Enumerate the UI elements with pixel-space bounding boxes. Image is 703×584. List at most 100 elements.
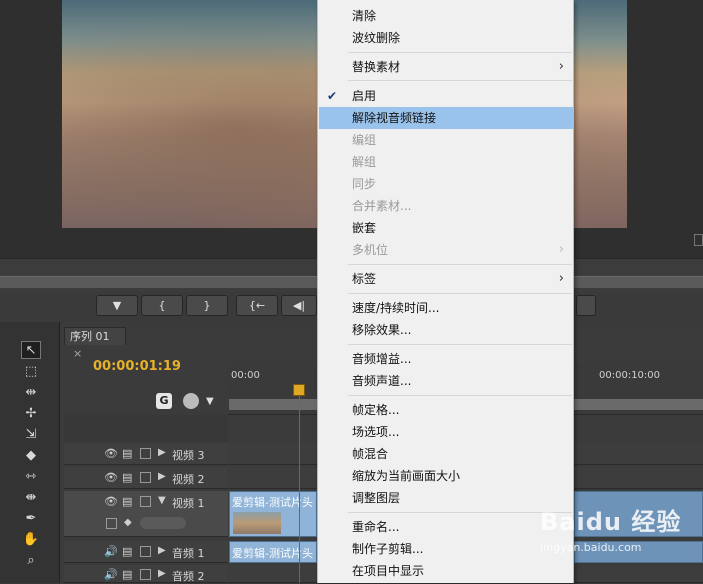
clip-label: 爱剪辑-测试片头	[232, 547, 313, 560]
display-style-icon[interactable]	[106, 518, 117, 529]
ripple-edit-tool-icon[interactable]: ⇹	[21, 383, 41, 401]
menu-item-speed-duration[interactable]: 速度/持续时间...	[319, 297, 574, 319]
audio-clip[interactable]: 爱剪辑-测试片头	[229, 541, 317, 563]
zoom-tool-icon[interactable]: ⌕	[21, 551, 41, 569]
track-header-video3[interactable]: 👁 ▤ ▶ 视频 3	[64, 443, 228, 465]
menu-item-make-subclip[interactable]: 制作子剪辑...	[319, 538, 574, 560]
menu-item-nest[interactable]: 嵌套	[319, 217, 574, 239]
close-icon[interactable]: ×	[73, 347, 82, 360]
menu-item-label: 场选项...	[352, 425, 400, 439]
razor-tool-icon[interactable]: ◆	[21, 446, 41, 464]
eye-icon[interactable]: 👁	[104, 447, 118, 460]
sync-lock-icon[interactable]	[140, 569, 151, 580]
mark-out-button[interactable]: }	[186, 295, 228, 316]
tab-sequence[interactable]: 序列 01 ×	[64, 327, 126, 360]
track-header-audio1[interactable]: 🔊 ▤ ▶ 音频 1	[64, 541, 228, 563]
lock-icon[interactable]: ▤	[122, 568, 132, 581]
rolling-edit-tool-icon[interactable]: ✢	[21, 404, 41, 422]
menu-item-label: 调整图层	[352, 491, 401, 505]
slide-tool-icon[interactable]: ⇼	[21, 488, 41, 506]
add-marker-icon[interactable]: ▼	[206, 396, 214, 407]
lock-icon[interactable]: ▤	[122, 495, 132, 508]
eye-icon[interactable]: 👁	[104, 471, 118, 484]
track-select-tool-icon[interactable]: ⬚	[21, 362, 41, 380]
lock-icon[interactable]: ▤	[122, 545, 132, 558]
selection-tool-icon[interactable]: ↖	[21, 341, 41, 359]
sync-lock-icon[interactable]	[140, 472, 151, 483]
eye-icon[interactable]: 👁	[104, 495, 118, 508]
rate-stretch-tool-icon[interactable]: ⇲	[21, 425, 41, 443]
menu-item-unlink[interactable]: 解除视音频链接	[319, 107, 574, 129]
menu-item-audio-gain[interactable]: 音频增益...	[319, 348, 574, 370]
track-header-video1[interactable]: 👁 ▤ ▼ 视频 1 ◆	[64, 491, 228, 537]
track-label: 音频 2	[172, 570, 205, 583]
step-back-button[interactable]: ◀|	[281, 295, 317, 316]
add-marker-button[interactable]: ▼	[96, 295, 138, 316]
checkmark-icon: ✔	[327, 89, 338, 103]
mark-in-icon: {	[158, 299, 166, 312]
menu-item-adjustment-layer[interactable]: 调整图层	[319, 487, 574, 509]
menu-item-label: 解组	[352, 155, 377, 169]
ruler-label-10s: 00:00:10:00	[599, 370, 661, 381]
menu-item-ripple-delete[interactable]: 波纹删除	[319, 27, 574, 49]
menu-separator	[348, 395, 572, 396]
menu-item-frame-hold[interactable]: 帧定格...	[319, 399, 574, 421]
menu-item-field-options[interactable]: 场选项...	[319, 421, 574, 443]
collapse-track-icon[interactable]: ▼	[158, 495, 166, 506]
expand-track-icon[interactable]: ▶	[158, 447, 166, 458]
pen-tool-icon[interactable]: ✒	[21, 509, 41, 527]
mark-out-icon: }	[203, 299, 211, 312]
marker-icon: ▼	[112, 299, 122, 312]
menu-item-label: 波纹删除	[352, 31, 401, 45]
menu-item-audio-channels[interactable]: 音频声道...	[319, 370, 574, 392]
menu-separator	[348, 344, 572, 345]
track-label: 音频 1	[172, 547, 205, 560]
expand-track-icon[interactable]: ▶	[158, 568, 166, 579]
playhead-handle[interactable]	[293, 384, 305, 396]
lock-icon[interactable]: ▤	[122, 447, 132, 460]
keyframe-navigator[interactable]	[140, 517, 186, 529]
menu-separator	[348, 264, 572, 265]
menu-item-scale-to-frame[interactable]: 缩放为当前画面大小	[319, 465, 574, 487]
sync-lock-icon[interactable]	[140, 496, 151, 507]
menu-item-frame-blend[interactable]: 帧混合	[319, 443, 574, 465]
baidu-watermark-logo: Baidu 经验 jingyan.baidu.com	[540, 502, 700, 572]
sync-lock-icon[interactable]	[140, 546, 151, 557]
hand-tool-icon[interactable]: ✋	[21, 530, 41, 548]
export-frame-button[interactable]	[576, 295, 596, 316]
monitor-resize-handle[interactable]	[694, 234, 703, 246]
link-selection-icon[interactable]	[183, 393, 199, 409]
submenu-arrow-icon: ›	[558, 59, 564, 74]
menu-item-reveal-in-project[interactable]: 在项目中显示	[319, 560, 574, 582]
menu-item-label-submenu[interactable]: 标签 ›	[319, 268, 574, 290]
menu-item-label: 音频声道...	[352, 374, 412, 388]
mark-in-button[interactable]: {	[141, 295, 183, 316]
speaker-icon[interactable]: 🔊	[104, 545, 118, 558]
menu-item-label: 在项目中显示	[352, 564, 425, 578]
menu-item-clear[interactable]: 清除	[319, 5, 574, 27]
snap-icon[interactable]: G	[156, 393, 172, 409]
speaker-icon[interactable]: 🔊	[104, 568, 118, 581]
menu-item-replace-footage[interactable]: 替换素材 ›	[319, 56, 574, 78]
slip-tool-icon[interactable]: ⇿	[21, 467, 41, 485]
track-label: 视频 2	[172, 473, 205, 486]
expand-track-icon[interactable]: ▶	[158, 471, 166, 482]
lock-icon[interactable]: ▤	[122, 471, 132, 484]
sync-lock-icon[interactable]	[140, 448, 151, 459]
menu-item-enable[interactable]: ✔ 启用	[319, 85, 574, 107]
menu-item-remove-effects[interactable]: 移除效果...	[319, 319, 574, 341]
clip-label: 爱剪辑-测试片头	[232, 496, 313, 509]
track-header-audio2[interactable]: 🔊 ▤ ▶ 音频 2	[64, 565, 228, 583]
track-header-spacer	[64, 415, 228, 442]
playhead-line[interactable]	[299, 390, 300, 583]
track-header-video2[interactable]: 👁 ▤ ▶ 视频 2	[64, 467, 228, 489]
go-to-in-button[interactable]: {←	[236, 295, 278, 316]
menu-item-label: 嵌套	[352, 221, 377, 235]
keyframe-icon[interactable]: ◆	[124, 517, 132, 528]
expand-track-icon[interactable]: ▶	[158, 545, 166, 556]
menu-item-rename[interactable]: 重命名...	[319, 516, 574, 538]
timeline-timecode[interactable]: 00:00:01:19	[93, 359, 181, 374]
menu-item-label: 解除视音频链接	[352, 111, 437, 125]
menu-item-label: 帧定格...	[352, 403, 400, 417]
video-clip[interactable]: 爱剪辑-测试片头	[229, 491, 317, 537]
